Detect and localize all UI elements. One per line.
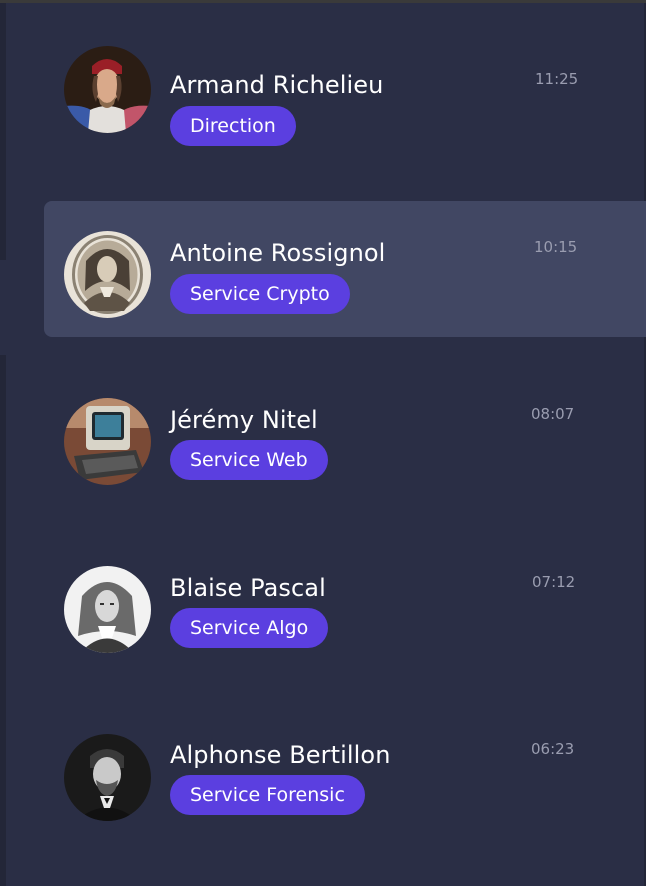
contact-name: Armand Richelieu xyxy=(170,71,384,99)
contact-item-alphonse-bertillon[interactable]: Alphonse Bertillon Service Forensic 06:2… xyxy=(44,703,646,839)
department-badge: Service Algo xyxy=(170,608,329,648)
message-time: 07:12 xyxy=(532,573,576,591)
department-badge: Service Forensic xyxy=(170,775,365,815)
contact-name: Antoine Rossignol xyxy=(170,239,386,267)
minitel-terminal-avatar xyxy=(64,398,151,485)
contact-item-antoine-rossignol[interactable]: Antoine Rossignol Service Crypto 10:15 xyxy=(44,201,646,337)
department-badge: Service Web xyxy=(170,440,328,480)
contact-name: Alphonse Bertillon xyxy=(170,741,391,769)
department-badge: Direction xyxy=(170,106,296,146)
cardinal-portrait-avatar xyxy=(64,46,151,133)
message-time: 06:23 xyxy=(531,740,575,758)
contact-item-jeremy-nitel[interactable]: Jérémy Nitel Service Web 08:07 xyxy=(44,368,646,504)
message-time: 08:07 xyxy=(531,405,575,423)
contact-name: Blaise Pascal xyxy=(170,574,326,602)
contact-item-blaise-pascal[interactable]: Blaise Pascal Service Algo 07:12 xyxy=(44,536,646,672)
contact-list: Armand Richelieu Direction 11:25 Antoine… xyxy=(0,0,646,886)
contact-name: Jérémy Nitel xyxy=(170,406,318,434)
pascal-engraving-avatar xyxy=(64,566,151,653)
contact-item-armand-richelieu[interactable]: Armand Richelieu Direction 11:25 xyxy=(44,33,646,169)
department-badge: Service Crypto xyxy=(170,274,350,314)
bertillon-photo-avatar xyxy=(64,734,151,821)
messenger-window: Armand Richelieu Direction 11:25 Antoine… xyxy=(0,0,646,886)
message-time: 10:15 xyxy=(534,238,578,256)
message-time: 11:25 xyxy=(535,70,579,88)
engraved-portrait-avatar xyxy=(64,231,151,318)
